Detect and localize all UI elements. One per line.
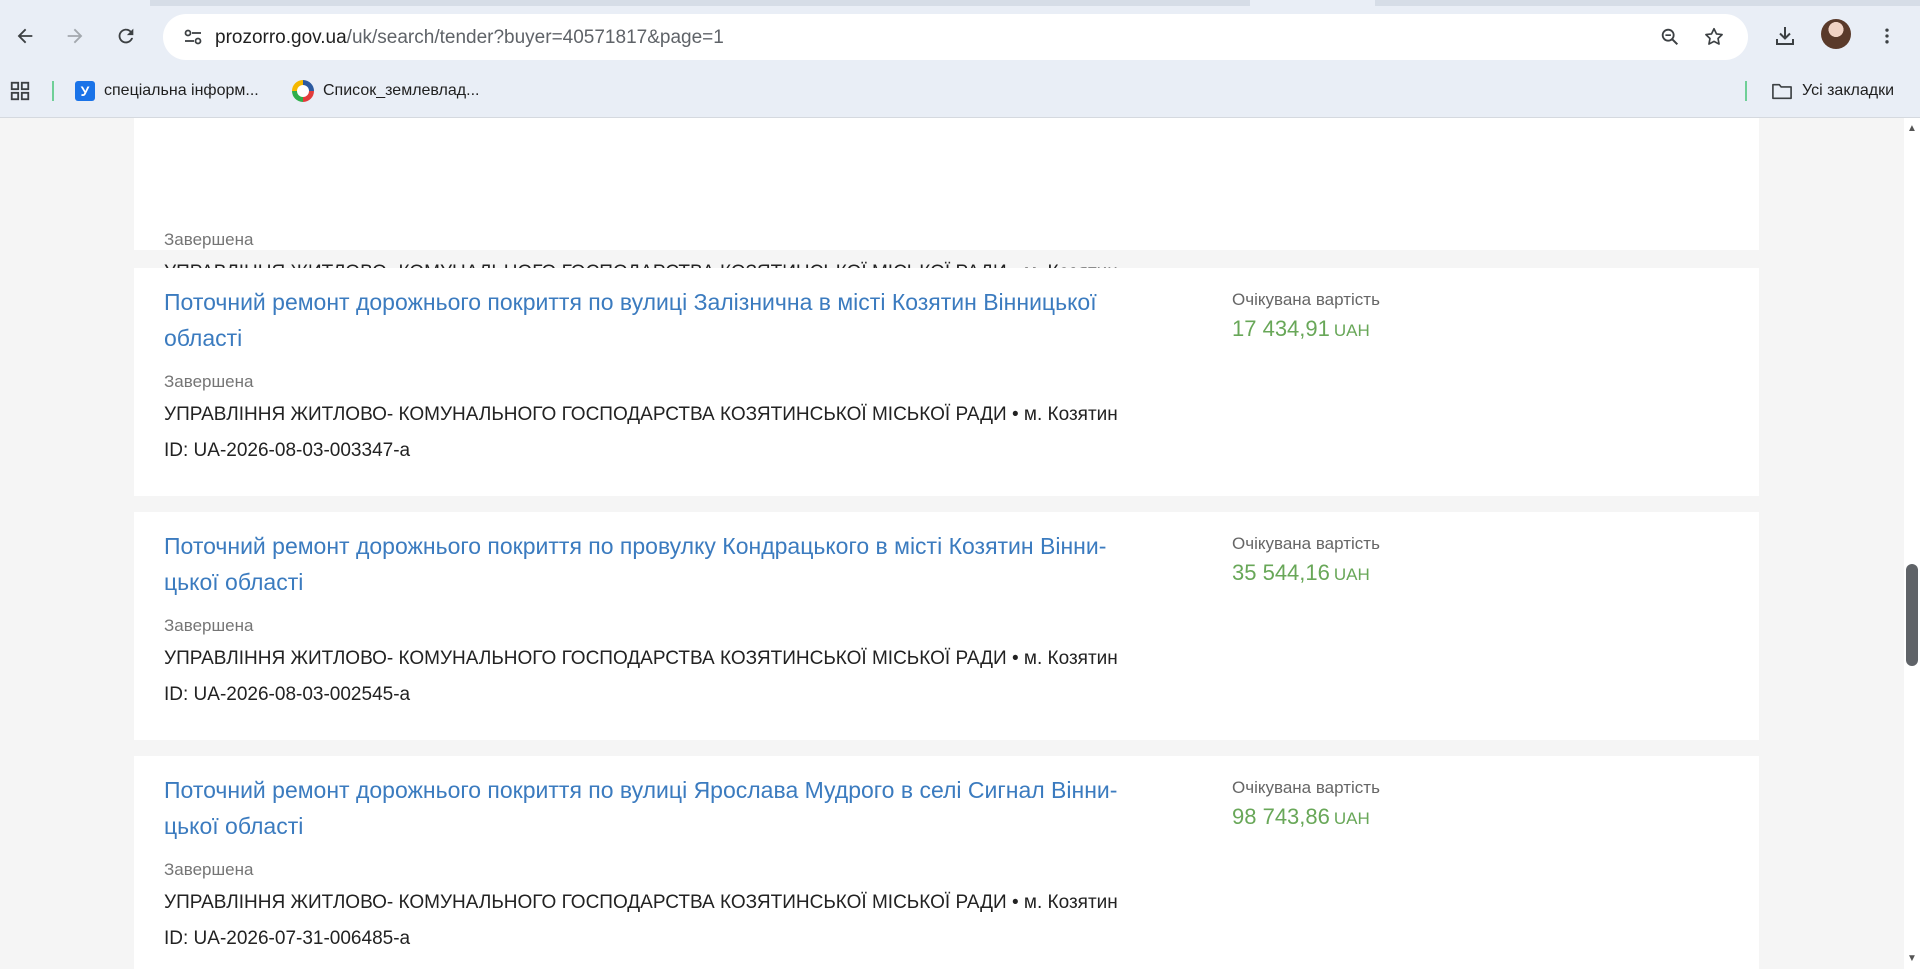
arrow-right-icon bbox=[67, 28, 83, 44]
scroll-down-arrow-icon[interactable]: ▼ bbox=[1907, 954, 1917, 964]
reload-button[interactable] bbox=[108, 18, 144, 54]
tab-strip-right bbox=[1375, 0, 1920, 6]
browser-menu-button[interactable] bbox=[1869, 18, 1905, 54]
price-currency: UAH bbox=[1333, 565, 1370, 584]
bookmark-label: Список_землевлад... bbox=[323, 82, 480, 99]
tender-status: Завершена bbox=[164, 860, 254, 879]
tender-price: 98 743,86 UAH bbox=[1232, 804, 1370, 830]
zoom-icon bbox=[1661, 28, 1679, 46]
all-bookmarks-label: Усі закладки bbox=[1802, 82, 1895, 99]
tender-title-line: області bbox=[164, 325, 243, 351]
download-icon bbox=[1776, 27, 1794, 45]
tender-id: ID: UA-2026-07-31-006485-a bbox=[164, 928, 411, 949]
price-currency: UAH bbox=[1333, 321, 1370, 340]
tender-title-line: цької області bbox=[164, 813, 304, 839]
kebab-menu-icon bbox=[1885, 28, 1889, 44]
tender-buyer: УПРАВЛІННЯ ЖИТЛОВО- КОМУНАЛЬНОГО ГОСПОДА… bbox=[164, 404, 1118, 425]
tender-title-line: Поточний ремонт дорожнього покриття по п… bbox=[164, 533, 1107, 559]
page-scrollbar[interactable]: ▲ ▼ bbox=[1904, 118, 1920, 969]
page-content: Завершена УПРАВЛІННЯ ЖИТЛОВО- КОМУНАЛЬНО… bbox=[0, 118, 1904, 969]
tender-card: Завершена УПРАВЛІННЯ ЖИТЛОВО- КОМУНАЛЬНО… bbox=[134, 118, 1759, 319]
reload-icon bbox=[118, 28, 134, 44]
star-icon bbox=[1705, 27, 1723, 45]
profile-avatar[interactable] bbox=[1821, 19, 1851, 49]
site-info-icon[interactable] bbox=[181, 25, 205, 49]
tab-strip bbox=[150, 0, 1250, 6]
tender-title-line: Поточний ремонт дорожнього покриття по в… bbox=[164, 289, 1097, 315]
zoom-button[interactable] bbox=[1655, 22, 1685, 52]
bookmark-label: спеціальна інформ... bbox=[104, 82, 259, 99]
bookmark-special-info[interactable]: У спеціальна інформ... bbox=[75, 76, 259, 106]
bookmark-star-button[interactable] bbox=[1699, 22, 1729, 52]
tender-card: Поточний ремонт дорожнього покриття по в… bbox=[134, 756, 1759, 969]
url-host: prozorro.gov.ua bbox=[215, 27, 347, 48]
browser-chrome: prozorro.gov.ua/uk/search/tender?buyer=4… bbox=[0, 0, 1920, 118]
tender-card: Поточний ремонт дорожнього покриття по п… bbox=[134, 512, 1759, 740]
bookmarks-divider-right bbox=[1745, 81, 1747, 101]
price-value: 35 544,16 bbox=[1232, 560, 1330, 585]
tender-title-line: Поточний ремонт дорожнього покриття по в… bbox=[164, 777, 1118, 803]
tender-status: Завершена bbox=[164, 372, 254, 391]
tender-buyer: УПРАВЛІННЯ ЖИТЛОВО- КОМУНАЛЬНОГО ГОСПОДА… bbox=[164, 892, 1118, 913]
address-bar[interactable]: prozorro.gov.ua/uk/search/tender?buyer=4… bbox=[163, 14, 1748, 60]
downloads-button[interactable] bbox=[1767, 18, 1803, 54]
price-value: 17 434,91 bbox=[1232, 316, 1330, 341]
price-value: 98 743,86 bbox=[1232, 804, 1330, 829]
apps-grid-icon bbox=[10, 81, 30, 101]
scrollbar-thumb[interactable] bbox=[1906, 564, 1918, 666]
tender-price: 17 434,91 UAH bbox=[1232, 316, 1370, 342]
browser-toolbar: prozorro.gov.ua/uk/search/tender?buyer=4… bbox=[0, 10, 1920, 64]
folder-icon bbox=[1772, 83, 1792, 100]
tender-price: 35 544,16 UAH bbox=[1232, 560, 1370, 586]
tender-title-link[interactable]: Поточний ремонт дорожнього покриття по в… bbox=[164, 284, 1174, 356]
price-label: Очікувана вартість bbox=[1232, 778, 1380, 797]
url-text[interactable]: prozorro.gov.ua/uk/search/tender?buyer=4… bbox=[215, 27, 724, 49]
wiki-icon bbox=[292, 80, 314, 102]
apps-button[interactable] bbox=[9, 76, 31, 106]
tender-title-link[interactable]: Поточний ремонт дорожнього покриття по п… bbox=[164, 528, 1174, 600]
tender-title-link[interactable]: Поточний ремонт дорожнього покриття по в… bbox=[164, 772, 1174, 844]
url-path: /uk/search/tender?buyer=40571817&page=1 bbox=[346, 27, 724, 48]
all-bookmarks-button[interactable]: Усі закладки bbox=[1771, 76, 1894, 106]
scroll-up-arrow-icon[interactable]: ▲ bbox=[1907, 124, 1917, 134]
price-label: Очікувана вартість bbox=[1232, 534, 1380, 553]
forward-button[interactable] bbox=[57, 18, 93, 54]
arrow-left-icon bbox=[17, 28, 33, 44]
bookmarks-bar: У спеціальна інформ... Список_землевлад.… bbox=[0, 70, 1920, 112]
price-currency: UAH bbox=[1333, 809, 1370, 828]
bookmark-land-owners[interactable]: Список_землевлад... bbox=[292, 76, 479, 106]
tender-status: Завершена bbox=[164, 616, 254, 635]
bookmarks-divider bbox=[52, 81, 54, 101]
tender-buyer: УПРАВЛІННЯ ЖИТЛОВО- КОМУНАЛЬНОГО ГОСПОДА… bbox=[164, 648, 1118, 669]
tender-card: Поточний ремонт дорожнього покриття по в… bbox=[134, 268, 1759, 496]
tender-title-line: цької області bbox=[164, 569, 304, 595]
price-label: Очікувана вартість bbox=[1232, 290, 1380, 309]
tender-status: Завершена bbox=[164, 230, 254, 249]
tender-id: ID: UA-2026-08-03-002545-a bbox=[164, 684, 411, 705]
back-button[interactable] bbox=[7, 18, 43, 54]
bookmark-favicon-y: У bbox=[75, 81, 95, 101]
tender-id: ID: UA-2026-08-03-003347-a bbox=[164, 440, 411, 461]
